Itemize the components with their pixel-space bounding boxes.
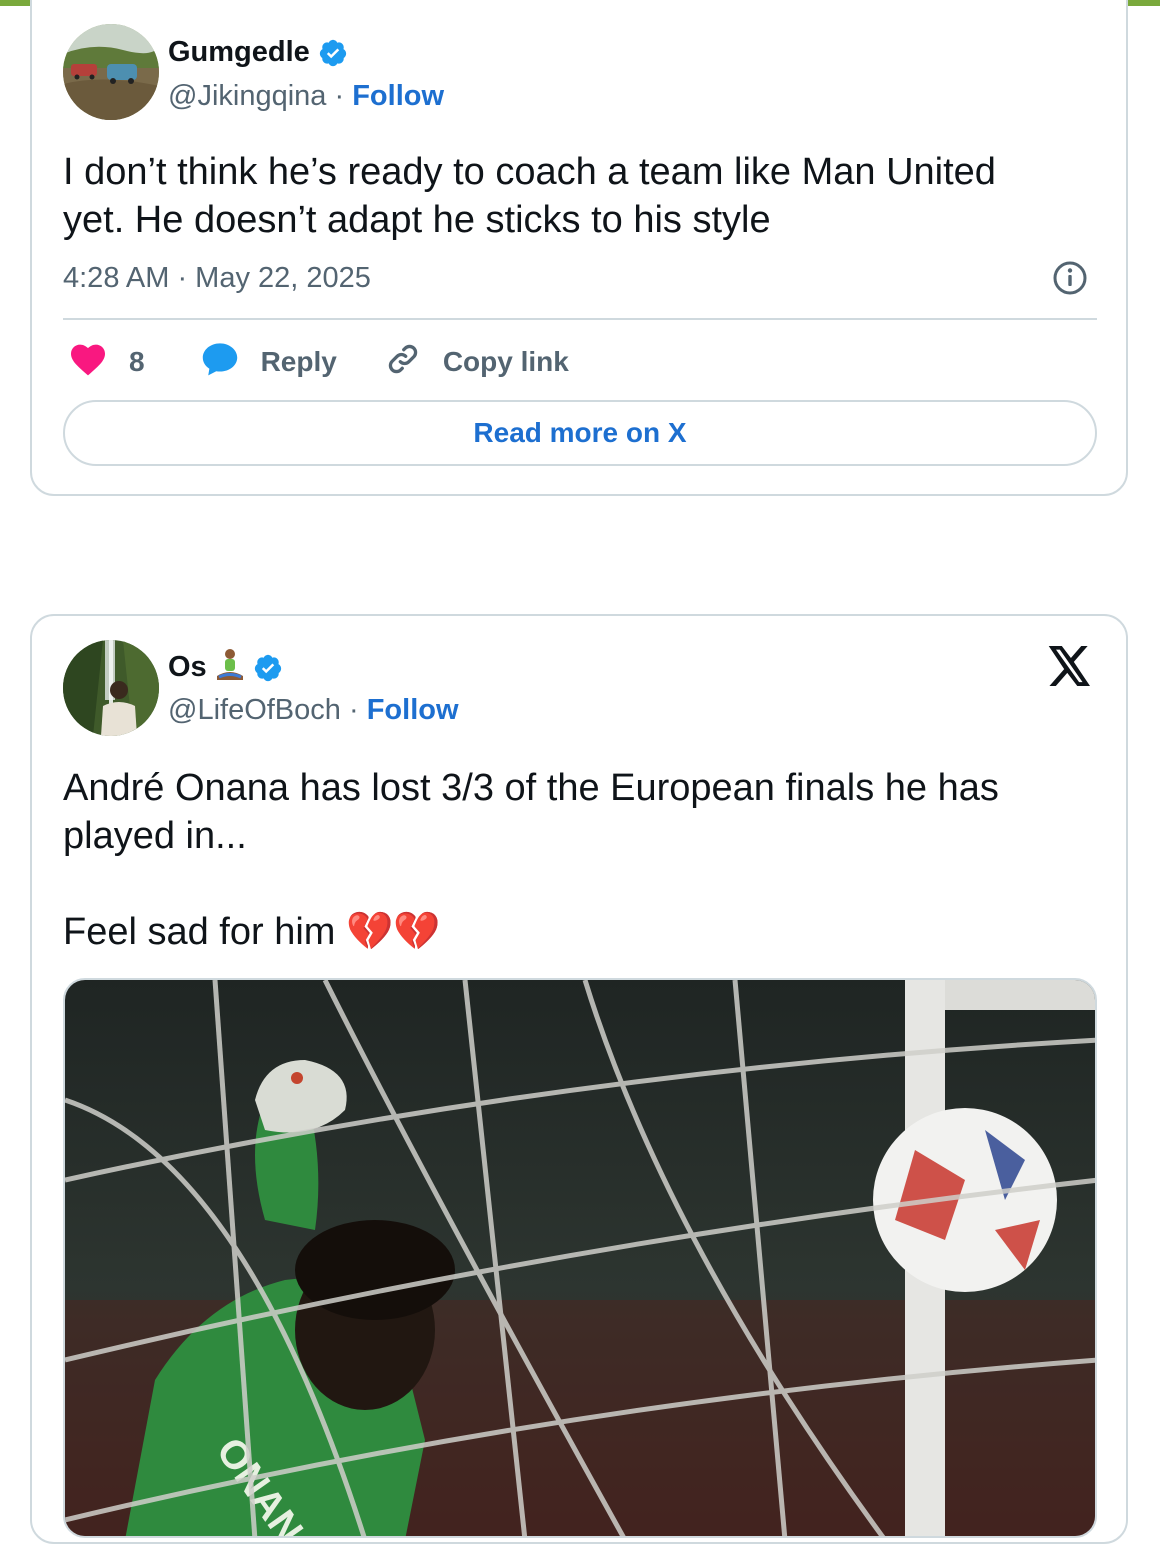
- tweet-text-line2: Feel sad for him 💔💔: [63, 911, 441, 953]
- author-handle-row: @Jikingqina · Follow: [168, 80, 444, 113]
- reply-button[interactable]: Reply: [201, 341, 337, 384]
- divider: [63, 318, 1097, 320]
- reply-label: Reply: [260, 346, 337, 377]
- tweet-actions: 8 Reply Copy link: [69, 340, 569, 384]
- tweet-timestamp[interactable]: 4:28 AM · May 22, 2025: [63, 262, 371, 295]
- author-name-row: Os: [168, 648, 283, 687]
- author-avatar[interactable]: [63, 640, 159, 736]
- meditation-emoji: [215, 648, 245, 687]
- author-name[interactable]: Gumgedle: [168, 36, 310, 69]
- link-icon: [385, 341, 421, 384]
- author-handle[interactable]: @Jikingqina: [168, 80, 326, 112]
- tweet-media-image[interactable]: ONANA: [63, 978, 1097, 1538]
- copy-link-label: Copy link: [442, 346, 569, 377]
- author-name-row: Gumgedle: [168, 36, 348, 69]
- separator-dot: ·: [334, 80, 345, 112]
- heart-icon: [69, 342, 107, 383]
- tweet-text: André Onana has lost 3/3 of the European…: [63, 767, 999, 857]
- author-handle-row: @LifeOfBoch · Follow: [168, 694, 459, 727]
- tweet-card: Os @LifeOfBoch · Follow André Onana has: [30, 614, 1128, 1544]
- verified-badge-icon: [253, 653, 283, 683]
- separator-dot: ·: [348, 694, 359, 726]
- info-icon[interactable]: [1052, 260, 1088, 301]
- like-count: 8: [129, 346, 145, 377]
- tweet-card: Gumgedle @Jikingqina · Follow I don’t th…: [30, 0, 1128, 496]
- like-button[interactable]: 8: [69, 342, 145, 383]
- author-handle[interactable]: @LifeOfBoch: [168, 694, 341, 726]
- avatar-photo-icon: [63, 640, 159, 736]
- follow-button[interactable]: Follow: [352, 80, 444, 112]
- x-logo-icon[interactable]: [1048, 646, 1092, 691]
- avatar-photo-icon: [63, 24, 159, 120]
- follow-button[interactable]: Follow: [367, 694, 459, 726]
- verified-badge-icon: [318, 38, 348, 68]
- goalkeeper-photo: ONANA: [65, 980, 1095, 1536]
- reply-bubble-icon: [201, 341, 239, 384]
- author-name[interactable]: Os: [168, 651, 207, 684]
- tweet-text: I don’t think he’s ready to coach a team…: [63, 151, 996, 241]
- copy-link-button[interactable]: Copy link: [385, 341, 569, 384]
- author-avatar[interactable]: [63, 24, 159, 120]
- read-more-button[interactable]: Read more on X: [63, 400, 1097, 466]
